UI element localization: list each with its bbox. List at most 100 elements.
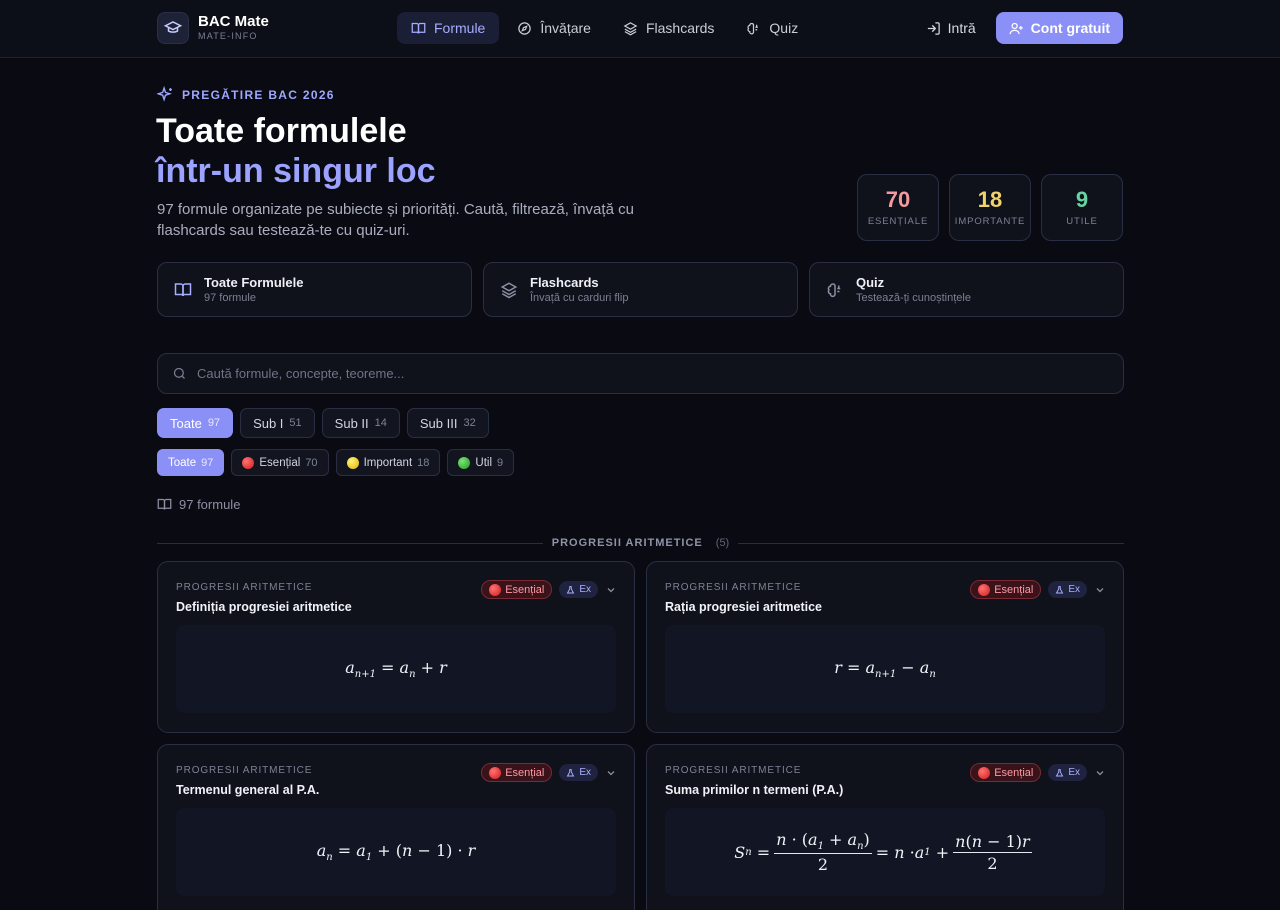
nav-links: Formule Învățare Flashcards Quiz: [397, 12, 812, 44]
nav-link-flashcards[interactable]: Flashcards: [609, 12, 728, 44]
stat-value: 18: [977, 187, 1003, 212]
quick-card-title: Toate Formulele: [204, 274, 304, 290]
formula-category: PROGRESII ARITMETICE: [665, 582, 802, 593]
priority-filters: Toate 97 Esențial 70 Important 18 Util 9: [157, 449, 515, 476]
filter-count: 51: [289, 417, 302, 429]
stat-value: 9: [1075, 187, 1089, 212]
badge-label: Ex: [1068, 584, 1080, 595]
stat-value: 70: [885, 187, 911, 212]
section-divider: PROGRESII ARITMETICE (5): [157, 535, 1125, 551]
formula-card[interactable]: PROGRESII ARITMETICE Suma primilor n ter…: [646, 744, 1124, 910]
divider-line: [738, 542, 1125, 544]
login-label: Intră: [947, 20, 976, 36]
badge-label: Ex: [579, 767, 591, 778]
login-icon: [927, 21, 940, 35]
filter-count: 9: [497, 456, 504, 469]
flask-icon: [1056, 585, 1064, 593]
stats-group: 70 ESENȚIALE 18 IMPORTANTE 9 UTILE: [857, 174, 1123, 241]
filter-label: Sub II: [334, 415, 369, 431]
quick-card-title: Quiz: [856, 274, 885, 290]
user-plus-icon: [1009, 22, 1023, 34]
formula-title: Rația progresiei aritmetice: [665, 600, 823, 614]
layers-icon: [623, 21, 638, 35]
stat-esentiale: 70 ESENȚIALE: [857, 174, 939, 241]
brand[interactable]: BAC Mate MATE-INFO: [157, 12, 269, 44]
login-button[interactable]: Intră: [916, 12, 986, 44]
nav-link-invatare[interactable]: Învățare: [503, 12, 605, 44]
signup-button[interactable]: Cont gratuit: [995, 12, 1123, 44]
badge-esential: Esențial: [970, 580, 1042, 599]
yellow-circle-icon: [346, 456, 359, 469]
chevron-down-icon[interactable]: [605, 767, 617, 779]
quick-card-subtitle: Învață cu carduri flip: [530, 291, 629, 304]
formula-title: Definiția progresiei aritmetice: [176, 600, 352, 614]
brain-icon: [827, 282, 841, 297]
section-count: (5): [715, 537, 730, 549]
nav-link-label: Formule: [434, 20, 486, 36]
red-circle-icon: [978, 766, 991, 779]
filter-count: 14: [374, 417, 387, 429]
filter-label: Sub I: [253, 415, 284, 431]
book-icon: [174, 282, 192, 296]
search-bar: [157, 353, 1124, 394]
hero-description: 97 formule organizate pe subiecte și pri…: [157, 201, 634, 239]
page-title: Toate formulele: [156, 112, 407, 150]
filter-subject-toate[interactable]: Toate 97: [157, 408, 234, 438]
stat-label: ESENȚIALE: [867, 216, 929, 227]
filter-subject-sub-iii[interactable]: Sub III 32: [406, 408, 489, 438]
nav-link-formule[interactable]: Formule: [397, 12, 500, 44]
formula-title: Termenul general al P.A.: [176, 783, 320, 797]
quick-card-flashcards[interactable]: Flashcards Învață cu carduri flip: [483, 262, 798, 317]
compass-icon: [518, 21, 532, 35]
book-icon: [411, 22, 426, 34]
red-circle-icon: [489, 766, 502, 779]
badge-label: Ex: [579, 584, 591, 595]
nav-link-label: Quiz: [769, 20, 799, 36]
search-input[interactable]: [197, 366, 1109, 381]
formula-category: PROGRESII ARITMETICE: [176, 765, 313, 776]
badge-esential: Esențial: [970, 763, 1042, 782]
divider-line: [157, 542, 543, 544]
chevron-down-icon[interactable]: [605, 584, 617, 596]
badge-esential: Esențial: [481, 580, 553, 599]
quick-card-title: Flashcards: [530, 274, 599, 290]
search-icon: [173, 367, 185, 379]
nav-link-quiz[interactable]: Quiz: [732, 12, 812, 44]
filter-priority-util[interactable]: Util 9: [447, 449, 515, 476]
chevron-down-icon[interactable]: [1094, 584, 1106, 596]
badge-label: Esențial: [505, 766, 545, 779]
filter-count: 70: [305, 456, 318, 469]
formula-card[interactable]: PROGRESII ARITMETICE Definiția progresie…: [157, 561, 635, 733]
formula-category: PROGRESII ARITMETICE: [176, 582, 313, 593]
flask-icon: [567, 768, 575, 776]
nav-link-label: Învățare: [540, 20, 591, 36]
filter-subject-sub-ii[interactable]: Sub II 14: [321, 408, 400, 438]
formula-expression: Sn = n · (a1 + an) 2 = n · a1 + n(n − 1)r…: [665, 808, 1105, 896]
flask-icon: [567, 585, 575, 593]
section-title: PROGRESII ARITMETICE: [551, 537, 703, 549]
chevron-down-icon[interactable]: [1094, 767, 1106, 779]
badge-label: Esențial: [994, 766, 1034, 779]
formula-expression: r = an+1 − an: [665, 625, 1105, 713]
filter-priority-esential[interactable]: Esențial 70: [231, 449, 329, 476]
red-circle-icon: [242, 456, 255, 469]
filter-priority-important[interactable]: Important 18: [335, 449, 441, 476]
filter-label: Toate: [170, 415, 202, 431]
quick-card-subtitle: 97 formule: [204, 291, 256, 304]
filter-subject-sub-i[interactable]: Sub I 51: [240, 408, 315, 438]
badge-label: Ex: [1068, 767, 1080, 778]
quick-card-formule[interactable]: Toate Formulele 97 formule: [157, 262, 472, 317]
formula-card[interactable]: PROGRESII ARITMETICE Rația progresiei ar…: [646, 561, 1124, 733]
badge-esential: Esențial: [481, 763, 553, 782]
subject-filters: Toate 97 Sub I 51 Sub II 14 Sub III 32: [157, 408, 489, 438]
badge-label: Esențial: [994, 583, 1034, 596]
formula-card[interactable]: PROGRESII ARITMETICE Termenul general al…: [157, 744, 635, 910]
formula-title: Suma primilor n termeni (P.A.): [665, 783, 844, 797]
eyebrow-text: PREGĂTIRE BAC 2026: [182, 87, 335, 102]
brand-subtitle: MATE-INFO: [198, 31, 258, 41]
brand-name: BAC Mate: [198, 13, 269, 30]
stat-label: IMPORTANTE: [954, 216, 1026, 227]
filter-label: Toate: [168, 456, 197, 469]
filter-priority-toate[interactable]: Toate 97: [157, 449, 225, 476]
quick-card-quiz[interactable]: Quiz Testează-ți cunoștințele: [809, 262, 1124, 317]
